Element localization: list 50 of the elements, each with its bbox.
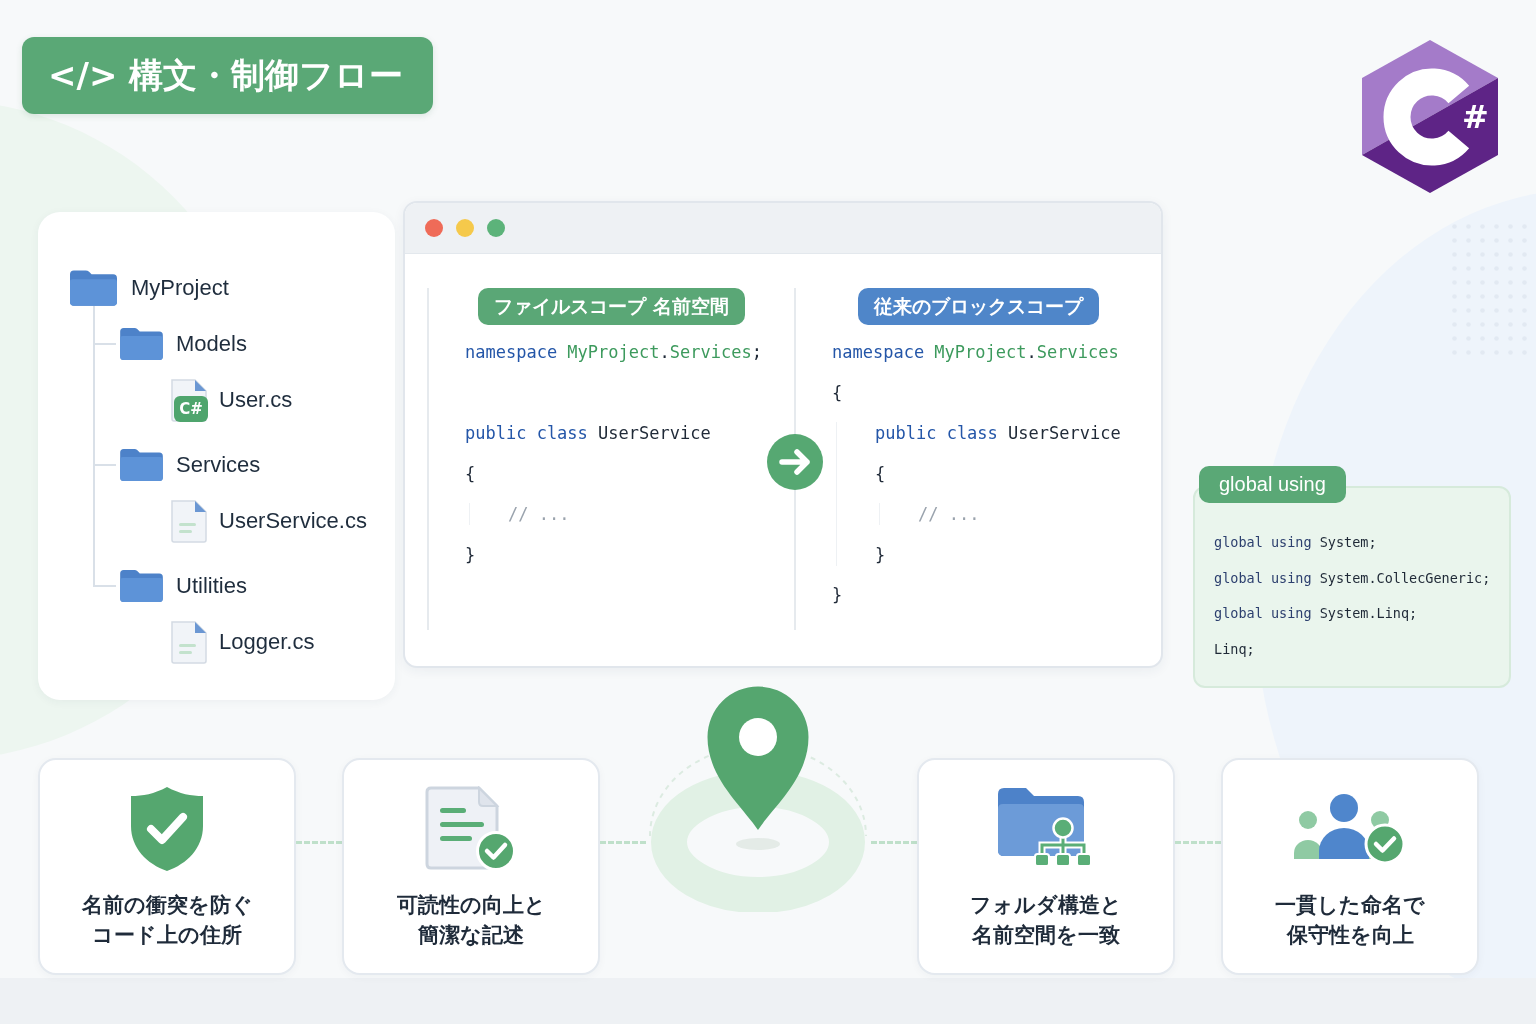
logo-symbol: # (1462, 101, 1489, 133)
tree-item[interactable]: Models (120, 316, 247, 372)
file-icon (170, 499, 208, 543)
window-maximize-icon[interactable] (487, 219, 505, 237)
code-line: global using System; (1214, 533, 1377, 552)
feature-text: 保守性を向上 (1286, 922, 1414, 949)
folder-icon (120, 449, 163, 481)
tree-item[interactable]: MyProject (70, 260, 229, 316)
feature-text: 名前の衝突を防ぐ (81, 892, 253, 919)
code-line: } (465, 543, 476, 566)
location-pin-icon (707, 686, 809, 830)
tree-item[interactable]: Services (120, 437, 261, 493)
code-line: namespace MyProject.Services (832, 341, 1119, 363)
code-line: // ... (918, 503, 980, 525)
folder-icon (120, 328, 163, 360)
code-line: } (875, 543, 886, 566)
file-badge: C# (174, 396, 208, 422)
code-line: global using System.Linq; (1214, 604, 1418, 623)
code-line: { (875, 462, 886, 485)
section-heading: global using (1199, 466, 1346, 503)
code-line: public class UserService (465, 422, 711, 444)
code-line: } (832, 584, 843, 606)
folder-icon (70, 270, 117, 306)
feature-text: 一貫した命名で (1275, 892, 1425, 919)
code-line: public class UserService (875, 422, 1121, 444)
window-close-icon[interactable] (425, 219, 443, 237)
code-line: // ... (508, 503, 570, 525)
tree-item[interactable]: UserService.cs (170, 493, 367, 549)
code-line: global using System.CollecGeneric; (1214, 568, 1491, 588)
code-line: { (465, 462, 476, 485)
connector-line (600, 841, 646, 844)
feature-text: フォルダ構造と (970, 892, 1122, 919)
arrow-right-icon (767, 434, 823, 490)
feature-text: 可読性の向上と (396, 892, 546, 919)
feature-text: 名前空間を一致 (972, 922, 1120, 949)
folder-icon (120, 570, 163, 602)
feature-text: 簡潔な記述 (418, 922, 524, 949)
shield-check-icon (130, 786, 204, 872)
scope-label: 従来のブロックスコープ (858, 288, 1099, 325)
tree-item[interactable]: Utilities (120, 558, 247, 614)
file-icon (170, 620, 208, 664)
feature-text: コード上の住所 (92, 922, 242, 949)
tree-item[interactable]: C# User.cs (170, 372, 293, 428)
code-line: Linq; (1214, 639, 1255, 659)
tree-item[interactable]: Logger.cs (170, 614, 315, 670)
page-title: </> 構文・制御フロー (22, 37, 434, 114)
window-minimize-icon[interactable] (456, 219, 474, 237)
code-line: { (832, 381, 843, 404)
code-line: namespace MyProject.Services; (465, 341, 762, 363)
scope-label: ファイルスコープ 名前空間 (478, 288, 745, 325)
